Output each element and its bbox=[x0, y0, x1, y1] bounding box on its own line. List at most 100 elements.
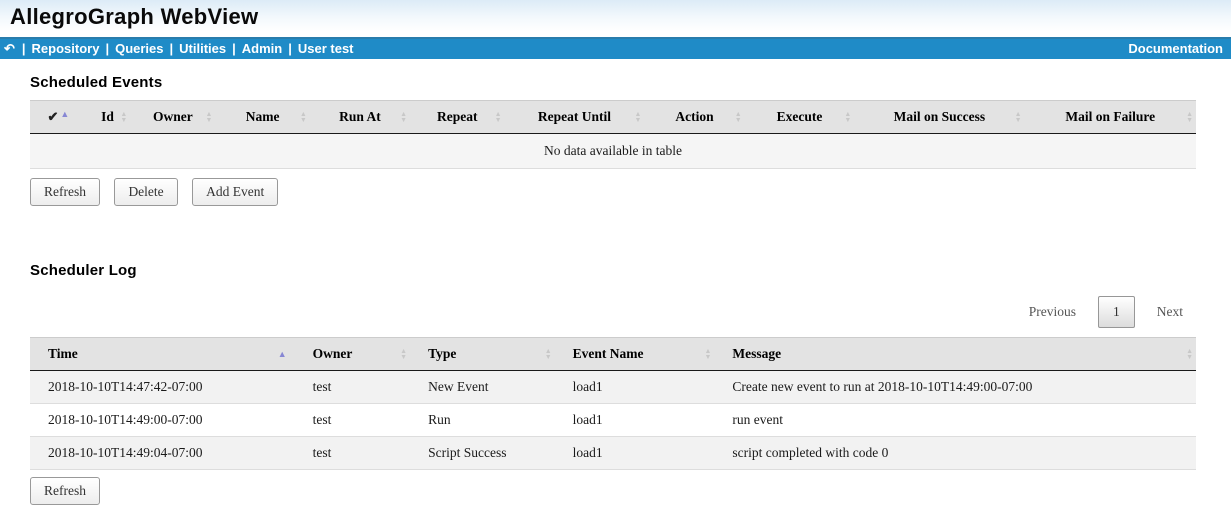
events-col-owner[interactable]: Owner ▲▼ bbox=[130, 101, 215, 134]
events-header-row: ✔▲ Id ▲▼ Owner ▲▼ Name ▲▼ Run At ▲▼ Repeat ▲▼… bbox=[30, 101, 1196, 134]
events-col-name[interactable]: Name ▲▼ bbox=[215, 101, 309, 134]
log-row: 2018-10-10T14:47:42-07:00 test New Event… bbox=[30, 371, 1196, 404]
log-cell-type: Run bbox=[410, 404, 555, 437]
events-col-repeat[interactable]: Repeat ▲▼ bbox=[410, 101, 504, 134]
nav-separator: | bbox=[170, 39, 174, 59]
log-col-time[interactable]: Time ▲ bbox=[30, 338, 295, 371]
column-label: Owner bbox=[153, 109, 193, 124]
column-label: Run At bbox=[339, 109, 381, 124]
column-label: Mail on Success bbox=[894, 109, 986, 124]
events-col-execute[interactable]: Execute ▲▼ bbox=[745, 101, 855, 134]
events-col-select[interactable]: ✔▲ bbox=[30, 101, 85, 134]
column-label: Repeat bbox=[437, 109, 478, 124]
delete-button[interactable]: Delete bbox=[114, 178, 177, 206]
log-row: 2018-10-10T14:49:00-07:00 test Run load1… bbox=[30, 404, 1196, 437]
sort-both-icon: ▲▼ bbox=[844, 111, 851, 123]
column-label: Name bbox=[246, 109, 280, 124]
column-label: Message bbox=[732, 346, 781, 361]
log-col-owner[interactable]: Owner ▲▼ bbox=[295, 338, 410, 371]
sort-both-icon: ▲▼ bbox=[735, 111, 742, 123]
events-empty-message: No data available in table bbox=[30, 134, 1196, 169]
navbar: ↶ | Repository | Queries | Utilities | A… bbox=[0, 37, 1231, 59]
sort-both-icon: ▲▼ bbox=[1186, 348, 1193, 360]
nav-separator: | bbox=[232, 39, 236, 59]
nav-item-utilities[interactable]: Utilities bbox=[179, 39, 226, 59]
log-cell-message: run event bbox=[714, 404, 1196, 437]
events-col-run-at[interactable]: Run At ▲▼ bbox=[310, 101, 410, 134]
column-label: Event Name bbox=[573, 346, 644, 361]
app-title: AllegroGraph WebView bbox=[10, 4, 1231, 30]
column-label: Id bbox=[101, 109, 114, 124]
nav-separator: | bbox=[22, 39, 26, 59]
nav-left: ↶ | Repository | Queries | Utilities | A… bbox=[4, 39, 354, 59]
log-cell-time: 2018-10-10T14:49:04-07:00 bbox=[30, 437, 295, 470]
sort-both-icon: ▲▼ bbox=[300, 111, 307, 123]
column-label: Action bbox=[675, 109, 713, 124]
main-content: Scheduled Events ✔▲ Id ▲▼ Owner ▲▼ Name ▲▼ … bbox=[0, 74, 1231, 515]
column-label: Time bbox=[48, 346, 78, 361]
sort-both-icon: ▲▼ bbox=[495, 111, 502, 123]
nav-item-documentation[interactable]: Documentation bbox=[1128, 41, 1223, 56]
log-row: 2018-10-10T14:49:04-07:00 test Script Su… bbox=[30, 437, 1196, 470]
log-cell-owner: test bbox=[295, 404, 410, 437]
back-arrow-icon[interactable]: ↶ bbox=[4, 39, 15, 59]
add-event-button[interactable]: Add Event bbox=[192, 178, 278, 206]
log-cell-event-name: load1 bbox=[555, 404, 715, 437]
sort-both-icon: ▲▼ bbox=[1186, 111, 1193, 123]
log-refresh-button[interactable]: Refresh bbox=[30, 477, 100, 505]
select-all-checkmark-icon: ✔ bbox=[47, 109, 58, 124]
column-label: Repeat Until bbox=[538, 109, 611, 124]
sort-asc-icon: ▲ bbox=[60, 109, 69, 119]
masthead: AllegroGraph WebView bbox=[0, 0, 1231, 37]
sort-both-icon: ▲▼ bbox=[1015, 111, 1022, 123]
pagination-current-page[interactable]: 1 bbox=[1098, 296, 1135, 328]
nav-item-admin[interactable]: Admin bbox=[242, 39, 282, 59]
events-col-id[interactable]: Id ▲▼ bbox=[85, 101, 130, 134]
log-cell-type: Script Success bbox=[410, 437, 555, 470]
log-cell-message: script completed with code 0 bbox=[714, 437, 1196, 470]
events-col-action[interactable]: Action ▲▼ bbox=[644, 101, 744, 134]
events-button-row: Refresh Delete Add Event bbox=[30, 178, 1196, 206]
nav-item-user-test[interactable]: User test bbox=[298, 39, 354, 59]
nav-item-queries[interactable]: Queries bbox=[115, 39, 163, 59]
sort-both-icon: ▲▼ bbox=[120, 111, 127, 123]
scheduled-events-table: ✔▲ Id ▲▼ Owner ▲▼ Name ▲▼ Run At ▲▼ Repeat ▲▼… bbox=[30, 100, 1196, 169]
events-col-repeat-until[interactable]: Repeat Until ▲▼ bbox=[505, 101, 645, 134]
refresh-button[interactable]: Refresh bbox=[30, 178, 100, 206]
column-label: Execute bbox=[777, 109, 823, 124]
column-label: Mail on Failure bbox=[1065, 109, 1155, 124]
sort-both-icon: ▲▼ bbox=[205, 111, 212, 123]
log-cell-time: 2018-10-10T14:49:00-07:00 bbox=[30, 404, 295, 437]
log-col-type[interactable]: Type ▲▼ bbox=[410, 338, 555, 371]
events-col-mail-on-success[interactable]: Mail on Success ▲▼ bbox=[854, 101, 1024, 134]
log-cell-event-name: load1 bbox=[555, 437, 715, 470]
events-col-mail-on-failure[interactable]: Mail on Failure ▲▼ bbox=[1025, 101, 1196, 134]
column-label: Owner bbox=[313, 346, 353, 361]
pagination-next[interactable]: Next bbox=[1144, 297, 1196, 327]
log-button-row: Refresh bbox=[30, 477, 1196, 505]
log-col-message[interactable]: Message ▲▼ bbox=[714, 338, 1196, 371]
scheduler-log-table: Time ▲ Owner▲▼ Type▲▼ Event Name▲▼ Messa… bbox=[30, 337, 1196, 470]
nav-right: Documentation bbox=[1128, 39, 1225, 59]
nav-separator: | bbox=[288, 39, 292, 59]
sort-both-icon: ▲▼ bbox=[400, 111, 407, 123]
log-cell-message: Create new event to run at 2018-10-10T14… bbox=[714, 371, 1196, 404]
nav-item-repository[interactable]: Repository bbox=[32, 39, 100, 59]
sort-both-icon: ▲▼ bbox=[400, 348, 407, 360]
log-cell-event-name: load1 bbox=[555, 371, 715, 404]
pagination-previous[interactable]: Previous bbox=[1016, 297, 1089, 327]
log-cell-owner: test bbox=[295, 371, 410, 404]
column-label: Type bbox=[428, 346, 456, 361]
scheduler-log-pagination: Previous 1 Next bbox=[30, 296, 1196, 328]
log-header-row: Time ▲ Owner▲▼ Type▲▼ Event Name▲▼ Messa… bbox=[30, 338, 1196, 371]
log-col-event-name[interactable]: Event Name▲▼ bbox=[555, 338, 715, 371]
sort-both-icon: ▲▼ bbox=[634, 111, 641, 123]
sort-both-icon: ▲▼ bbox=[545, 348, 552, 360]
scheduled-events-heading: Scheduled Events bbox=[30, 74, 1196, 91]
sort-asc-icon: ▲ bbox=[278, 349, 287, 359]
events-empty-row: No data available in table bbox=[30, 134, 1196, 169]
log-cell-owner: test bbox=[295, 437, 410, 470]
scheduler-log-heading: Scheduler Log bbox=[30, 262, 1196, 279]
log-cell-time: 2018-10-10T14:47:42-07:00 bbox=[30, 371, 295, 404]
nav-separator: | bbox=[105, 39, 109, 59]
